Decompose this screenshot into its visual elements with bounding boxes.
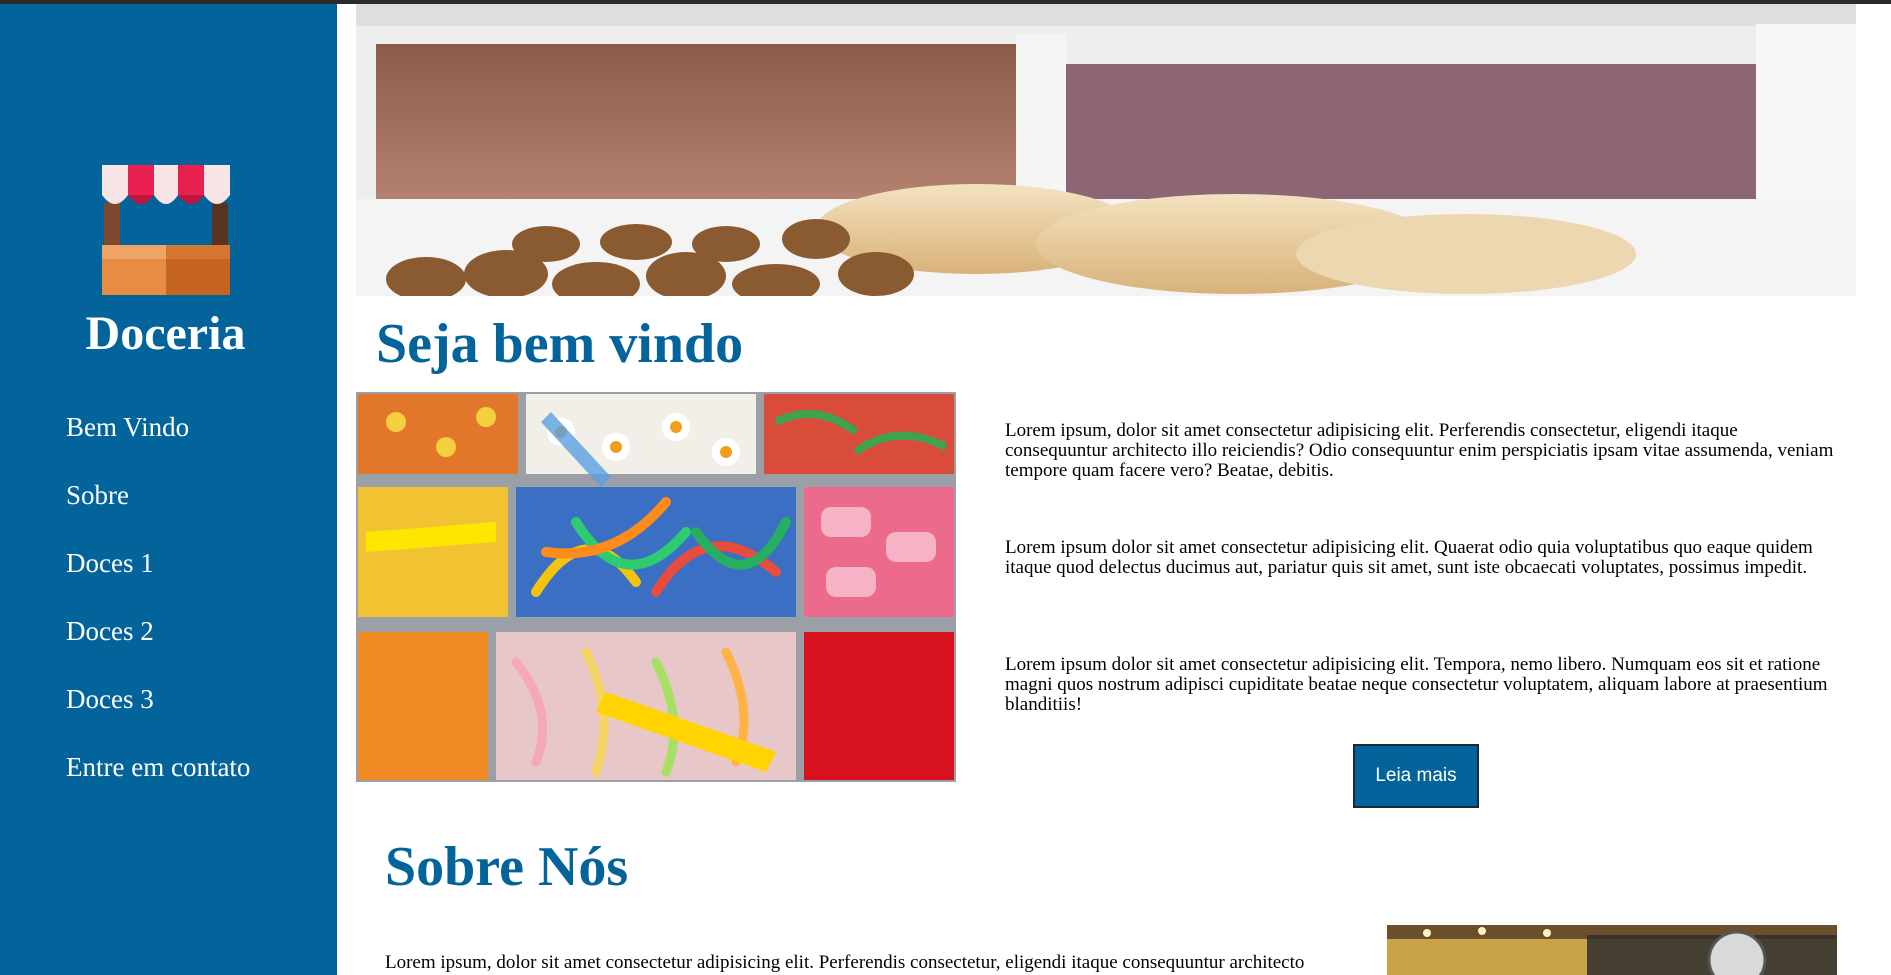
- welcome-paragraph-1: Lorem ipsum, dolor sit amet consectetur …: [1005, 420, 1834, 481]
- hero-banner-image: [356, 4, 1856, 296]
- nav-item-sobre[interactable]: Sobre: [66, 475, 250, 515]
- main-nav: Bem Vindo Sobre Doces 1 Doces 2 Doces 3 …: [66, 407, 250, 815]
- about-title: Sobre Nós: [385, 836, 629, 898]
- sidebar: Doceria Bem Vindo Sobre Doces 1 Doces 2 …: [0, 4, 337, 975]
- candy-bins-image: [356, 392, 956, 782]
- welcome-paragraph-3: Lorem ipsum dolor sit amet consectetur a…: [1005, 654, 1828, 715]
- nav-item-doces-2[interactable]: Doces 2: [66, 611, 250, 651]
- candy-shop-stall-icon: [102, 165, 230, 295]
- nav-item-doces-3[interactable]: Doces 3: [66, 679, 250, 719]
- brand-name: Doceria: [85, 307, 246, 360]
- welcome-title: Seja bem vindo: [376, 313, 744, 375]
- read-more-button[interactable]: Leia mais: [1353, 744, 1479, 808]
- nav-item-bem-vindo[interactable]: Bem Vindo: [66, 407, 250, 447]
- about-paragraph: Lorem ipsum, dolor sit amet consectetur …: [385, 953, 1305, 973]
- nav-item-doces-1[interactable]: Doces 1: [66, 543, 250, 583]
- shop-interior-image: [1387, 925, 1837, 975]
- nav-item-contato[interactable]: Entre em contato: [66, 747, 250, 787]
- welcome-paragraph-2: Lorem ipsum dolor sit amet consectetur a…: [1005, 537, 1813, 578]
